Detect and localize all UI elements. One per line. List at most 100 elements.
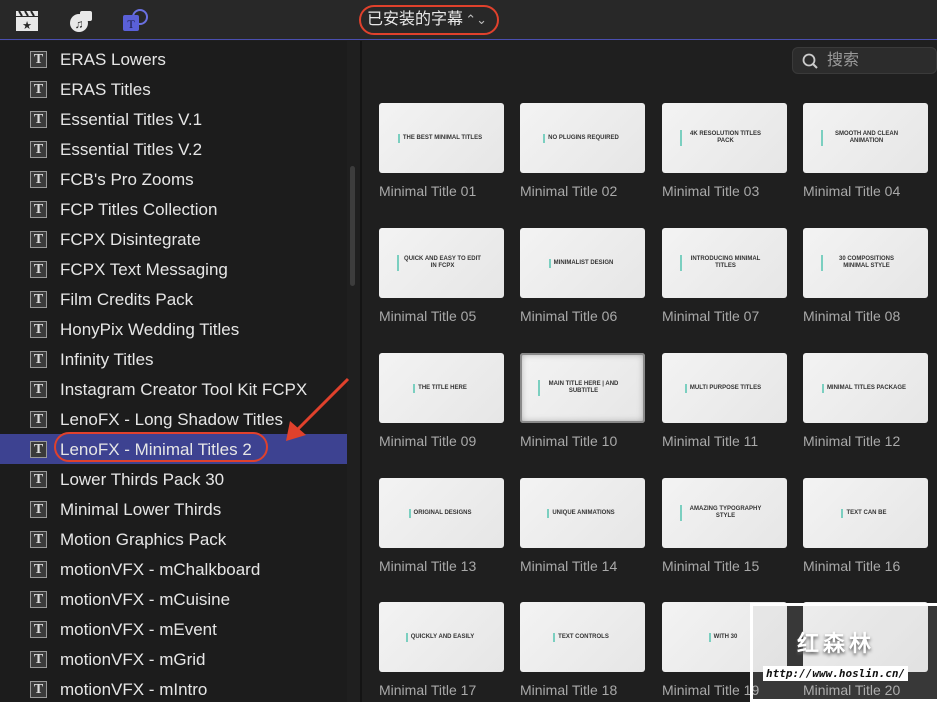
- title-thumbnail[interactable]: QUICKLY AND EASILY: [379, 602, 504, 672]
- sidebar-item-label: Minimal Lower Thirds: [60, 500, 222, 519]
- title-label: Minimal Title 04: [803, 183, 901, 199]
- title-thumbnail[interactable]: QUICK AND EASY TO EDIT IN FCPX: [379, 228, 504, 298]
- title-thumbnail[interactable]: THE BEST MINIMAL TITLES: [379, 103, 504, 173]
- title-icon: T: [30, 171, 47, 188]
- watermark-text: 红森林: [797, 631, 876, 656]
- title-label: Minimal Title 17: [379, 682, 477, 698]
- sidebar-item[interactable]: TmotionVFX - mEvent: [0, 614, 347, 644]
- title-item[interactable]: UNIQUE ANIMATIONS Minimal Title 14: [520, 478, 647, 574]
- thumbnail-text: MULTI PURPOSE TITLES: [684, 383, 764, 393]
- title-label: Minimal Title 07: [662, 308, 760, 324]
- sidebar-item[interactable]: T FCPX Text Messaging: [0, 254, 347, 284]
- title-icon: T: [30, 441, 47, 458]
- title-icon: T: [30, 261, 47, 278]
- thumbnail-text: 30 COMPOSITIONS MINIMAL STYLE: [820, 255, 911, 271]
- title-icon: T: [30, 201, 47, 218]
- title-item[interactable]: MULTI PURPOSE TITLES Minimal Title 11: [662, 353, 789, 449]
- sidebar-item[interactable]: T HonyPix Wedding Titles: [0, 314, 347, 344]
- title-thumbnail[interactable]: 4K RESOLUTION TITLES PACK: [662, 103, 787, 173]
- thumbnail-text: SMOOTH AND CLEAN ANIMATION: [820, 130, 911, 146]
- sidebar-item-label: Infinity Titles: [60, 350, 154, 369]
- title-thumbnail[interactable]: ORIGINAL DESIGNS: [379, 478, 504, 548]
- sidebar-item-label: motionVFX - mIntro: [60, 680, 208, 699]
- title-item[interactable]: THE TITLE HERE Minimal Title 09: [379, 353, 506, 449]
- sidebar-item-label: motionVFX - mEvent: [60, 620, 217, 639]
- sidebar-item[interactable]: T FCP Titles Collection: [0, 194, 347, 224]
- title-icon: T: [30, 321, 47, 338]
- thumbnail-text: UNIQUE ANIMATIONS: [547, 508, 617, 518]
- title-item[interactable]: TEXT CONTROLS Minimal Title 18: [520, 602, 647, 698]
- sidebar-scrollbar[interactable]: [350, 166, 355, 286]
- annotation-circle: [54, 432, 268, 462]
- title-icon: T: [30, 531, 47, 548]
- title-thumbnail[interactable]: SMOOTH AND CLEAN ANIMATION: [803, 103, 928, 173]
- title-item[interactable]: TEXT CAN BE Minimal Title 16: [803, 478, 930, 574]
- sidebar-item[interactable]: T Lower Thirds Pack 30: [0, 464, 347, 494]
- sidebar: T ERAS Lowers T ERAS Titles T Essential Title…: [0, 41, 347, 702]
- sidebar-item-label: LenoFX - Long Shadow Titles: [60, 410, 284, 429]
- title-thumbnail[interactable]: TEXT CONTROLS: [520, 602, 645, 672]
- title-thumbnail[interactable]: MINIMAL TITLES PACKAGE: [803, 353, 928, 423]
- sidebar-item[interactable]: T Motion Graphics Pack: [0, 524, 347, 554]
- title-thumbnail[interactable]: NO PLUGINS REQUIRED: [520, 103, 645, 173]
- sidebar-item[interactable]: TmotionVFX - mCuisine: [0, 584, 347, 614]
- title-thumbnail[interactable]: UNIQUE ANIMATIONS: [520, 478, 645, 548]
- titles-icon[interactable]: T: [122, 9, 148, 33]
- sidebar-item[interactable]: T ERAS Lowers: [0, 44, 347, 74]
- sidebar-item[interactable]: T Minimal Lower Thirds: [0, 494, 347, 524]
- sidebar-item-label: motionVFX - mChalkboard: [60, 560, 261, 579]
- search-input[interactable]: [827, 50, 927, 72]
- sidebar-item[interactable]: TmotionVFX - mChalkboard: [0, 554, 347, 584]
- annotation-arrow-icon: [286, 377, 350, 441]
- sidebar-item[interactable]: TmotionVFX - mIntro: [0, 674, 347, 702]
- title-thumbnail[interactable]: INTRODUCING MINIMAL TITLES: [662, 228, 787, 298]
- title-item[interactable]: 4K RESOLUTION TITLES PACK Minimal Title 0…: [662, 103, 789, 199]
- title-icon: T: [30, 471, 47, 488]
- title-thumbnail[interactable]: 30 COMPOSITIONS MINIMAL STYLE: [803, 228, 928, 298]
- sidebar-item[interactable]: T FCPX Disintegrate: [0, 224, 347, 254]
- title-item[interactable]: INTRODUCING MINIMAL TITLES Minimal Title …: [662, 228, 789, 324]
- thumbnail-text: QUICK AND EASY TO EDIT IN FCPX: [396, 255, 487, 271]
- title-item[interactable]: NO PLUGINS REQUIRED Minimal Title 02: [520, 103, 647, 199]
- thumbnail-text: MAIN TITLE HERE | AND SUBTITLE: [537, 380, 628, 396]
- title-item[interactable]: QUICK AND EASY TO EDIT IN FCPX Minimal Ti…: [379, 228, 506, 324]
- title-item[interactable]: AMAZING TYPOGRAPHY STYLE Minimal Title 15: [662, 478, 789, 574]
- sidebar-item-label: Motion Graphics Pack: [60, 530, 227, 549]
- sidebar-item-label: FCPX Text Messaging: [60, 260, 228, 279]
- sidebar-item[interactable]: T Infinity Titles: [0, 344, 347, 374]
- title-thumbnail[interactable]: MAIN TITLE HERE | AND SUBTITLE: [520, 353, 645, 423]
- title-thumbnail[interactable]: MINIMALIST DESIGN: [520, 228, 645, 298]
- title-thumbnail[interactable]: THE TITLE HERE: [379, 353, 504, 423]
- title-item[interactable]: THE BEST MINIMAL TITLES Minimal Title 01: [379, 103, 506, 199]
- title-item[interactable]: SMOOTH AND CLEAN ANIMATION Minimal Title …: [803, 103, 930, 199]
- title-icon: T: [30, 111, 47, 128]
- title-item[interactable]: ORIGINAL DESIGNS Minimal Title 13: [379, 478, 506, 574]
- sidebar-item[interactable]: T ERAS Titles: [0, 74, 347, 104]
- title-thumbnail[interactable]: TEXT CAN BE: [803, 478, 928, 548]
- sidebar-item-label: motionVFX - mGrid: [60, 650, 206, 669]
- clapper-star-icon[interactable]: ★: [14, 9, 40, 33]
- browser-source-popup[interactable]: 已安装的字幕 ⌃⌄: [359, 5, 499, 35]
- title-icon: T: [30, 381, 47, 398]
- title-icon: T: [30, 591, 47, 608]
- search-field[interactable]: [792, 47, 937, 74]
- title-item[interactable]: 30 COMPOSITIONS MINIMAL STYLE Minimal Tit…: [803, 228, 930, 324]
- thumbnail-text: 4K RESOLUTION TITLES PACK: [679, 130, 770, 146]
- title-item[interactable]: QUICKLY AND EASILY Minimal Title 17: [379, 602, 506, 698]
- title-thumbnail[interactable]: AMAZING TYPOGRAPHY STYLE: [662, 478, 787, 548]
- thumbnail-text: INTRODUCING MINIMAL TITLES: [679, 255, 770, 271]
- sidebar-item[interactable]: T FCB's Pro Zooms: [0, 164, 347, 194]
- photo-music-icon[interactable]: ♫: [68, 9, 94, 33]
- watermark: 红森林 http://www.hoslin.cn/: [750, 603, 937, 702]
- thumbnail-text: MINIMAL TITLES PACKAGE: [821, 383, 909, 393]
- title-label: Minimal Title 03: [662, 183, 760, 199]
- title-item[interactable]: MINIMALIST DESIGN Minimal Title 06: [520, 228, 647, 324]
- title-item[interactable]: MINIMAL TITLES PACKAGE Minimal Title 12: [803, 353, 930, 449]
- sidebar-item[interactable]: T Film Credits Pack: [0, 284, 347, 314]
- sidebar-item[interactable]: T Essential Titles V.1: [0, 104, 347, 134]
- title-thumbnail[interactable]: MULTI PURPOSE TITLES: [662, 353, 787, 423]
- sidebar-item-label: Essential Titles V.2: [60, 140, 203, 159]
- sidebar-item[interactable]: T Essential Titles V.2: [0, 134, 347, 164]
- sidebar-item[interactable]: TmotionVFX - mGrid: [0, 644, 347, 674]
- title-item[interactable]: MAIN TITLE HERE | AND SUBTITLE Minimal Ti…: [520, 353, 647, 449]
